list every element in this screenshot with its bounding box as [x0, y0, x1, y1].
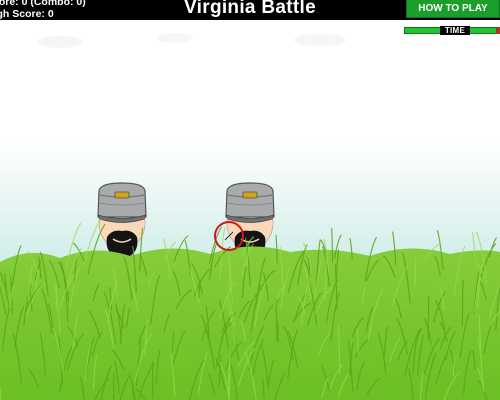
time-label: TIME [440, 26, 470, 35]
top-bar: Score: 0 (Combo: 0) High Score: 0 Virgin… [0, 0, 500, 20]
battlefield-scene[interactable] [0, 20, 500, 400]
how-to-play-button[interactable]: HOW TO PLAY [406, 0, 500, 18]
